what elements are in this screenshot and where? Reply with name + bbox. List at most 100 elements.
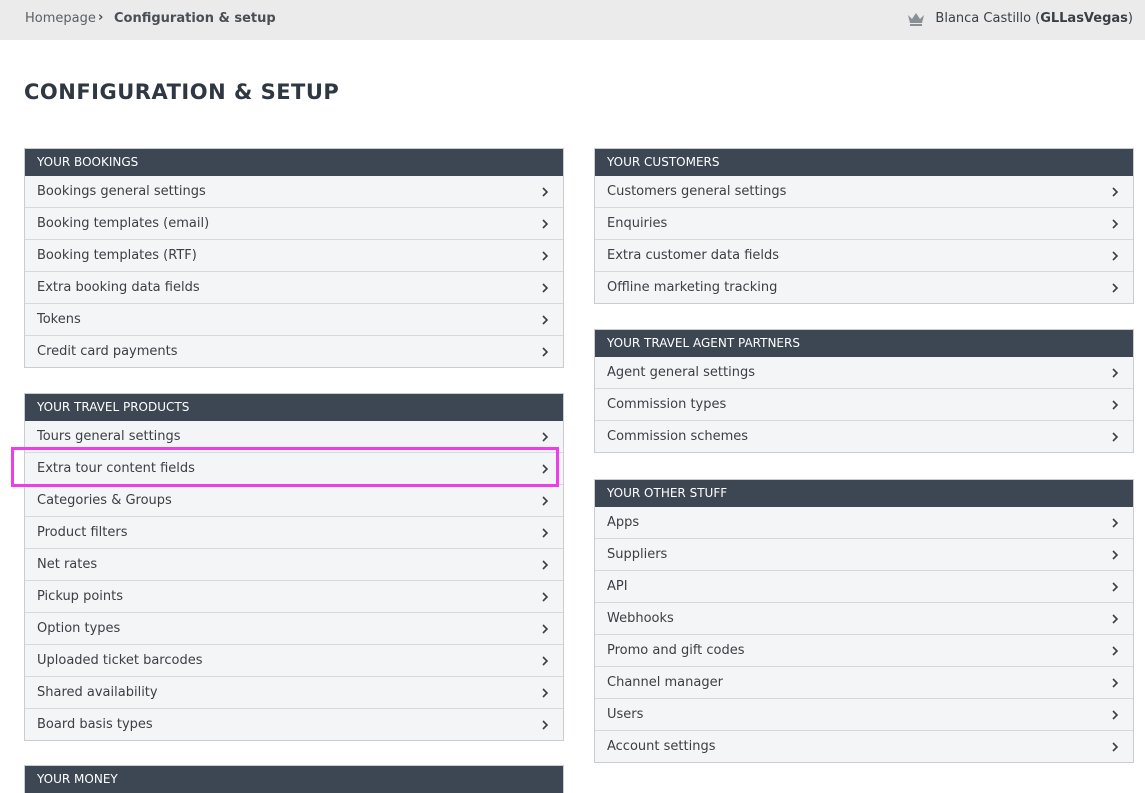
menu-item-label: API bbox=[607, 579, 628, 594]
menu-item-extra-booking-data-fields[interactable]: Extra booking data fields bbox=[25, 271, 563, 303]
panel-header: YOUR OTHER STUFF bbox=[595, 480, 1133, 507]
breadcrumb-home-link[interactable]: Homepage bbox=[25, 11, 96, 26]
menu-item-booking-templates-rtf[interactable]: Booking templates (RTF) bbox=[25, 239, 563, 271]
menu-item-label: Net rates bbox=[37, 557, 98, 572]
menu-item-label: Offline marketing tracking bbox=[607, 280, 778, 295]
chevron-right-icon bbox=[542, 251, 549, 261]
chevron-right-icon bbox=[1112, 678, 1119, 688]
menu-item-webhooks[interactable]: Webhooks bbox=[595, 602, 1133, 634]
menu-item-extra-tour-content-fields[interactable]: Extra tour content fields bbox=[25, 452, 563, 484]
menu-item-label: Shared availability bbox=[37, 685, 158, 700]
chevron-right-icon bbox=[542, 528, 549, 538]
user-name: Blanca Castillo bbox=[935, 11, 1032, 26]
menu-item-promo-and-gift-codes[interactable]: Promo and gift codes bbox=[595, 634, 1133, 666]
menu-item-option-types[interactable]: Option types bbox=[25, 612, 563, 644]
menu-item-label: Extra tour content fields bbox=[37, 461, 195, 476]
user-org: GLLasVegas bbox=[1040, 11, 1128, 26]
chevron-right-icon bbox=[542, 656, 549, 666]
menu-item-label: Tours general settings bbox=[37, 429, 181, 444]
menu-item-commission-types[interactable]: Commission types bbox=[595, 388, 1133, 420]
chevron-right-icon bbox=[542, 283, 549, 293]
menu-item-label: Board basis types bbox=[37, 717, 153, 732]
menu-item-extra-customer-data-fields[interactable]: Extra customer data fields bbox=[595, 239, 1133, 271]
menu-item-product-filters[interactable]: Product filters bbox=[25, 516, 563, 548]
menu-item-categories-and-groups[interactable]: Categories & Groups bbox=[25, 484, 563, 516]
chevron-right-icon bbox=[1112, 646, 1119, 656]
menu-item-label: Apps bbox=[607, 515, 640, 530]
menu-item-pickup-points[interactable]: Pickup points bbox=[25, 580, 563, 612]
panel-your-money: YOUR MONEY bbox=[24, 765, 564, 793]
chevron-right-icon bbox=[1112, 582, 1119, 592]
crown-icon bbox=[908, 12, 925, 26]
menu-item-label: Customers general settings bbox=[607, 184, 787, 199]
menu-item-label: Extra booking data fields bbox=[37, 280, 200, 295]
menu-item-enquiries[interactable]: Enquiries bbox=[595, 207, 1133, 239]
menu-item-credit-card-payments[interactable]: Credit card payments bbox=[25, 335, 563, 367]
menu-item-bookings-general-settings[interactable]: Bookings general settings bbox=[25, 176, 563, 207]
menu-item-commission-schemes[interactable]: Commission schemes bbox=[595, 420, 1133, 452]
chevron-right-icon bbox=[1112, 432, 1119, 442]
user-org-close: ) bbox=[1127, 11, 1133, 26]
menu-item-shared-availability[interactable]: Shared availability bbox=[25, 676, 563, 708]
menu-item-label: Promo and gift codes bbox=[607, 643, 745, 658]
chevron-right-icon bbox=[542, 432, 549, 442]
chevron-right-icon bbox=[1112, 368, 1119, 378]
breadcrumb-current: Configuration & setup bbox=[114, 11, 276, 26]
menu-item-apps[interactable]: Apps bbox=[595, 507, 1133, 538]
breadcrumb-separator-icon: › bbox=[98, 10, 104, 25]
menu-item-label: Enquiries bbox=[607, 216, 668, 231]
menu-item-tours-general-settings[interactable]: Tours general settings bbox=[25, 421, 563, 452]
chevron-right-icon bbox=[1112, 400, 1119, 410]
panel-header: YOUR BOOKINGS bbox=[25, 149, 563, 176]
menu-item-channel-manager[interactable]: Channel manager bbox=[595, 666, 1133, 698]
chevron-right-icon bbox=[542, 464, 549, 474]
menu-item-users[interactable]: Users bbox=[595, 698, 1133, 730]
chevron-right-icon bbox=[1112, 742, 1119, 752]
menu-item-board-basis-types[interactable]: Board basis types bbox=[25, 708, 563, 740]
menu-item-tokens[interactable]: Tokens bbox=[25, 303, 563, 335]
chevron-right-icon bbox=[542, 592, 549, 602]
user-menu[interactable]: Blanca Castillo (GLLasVegas) bbox=[907, 11, 1133, 26]
menu-item-label: Account settings bbox=[607, 739, 716, 754]
menu-item-label: Agent general settings bbox=[607, 365, 755, 380]
panel-your-bookings: YOUR BOOKINGS Bookings general settings B… bbox=[24, 148, 564, 368]
chevron-right-icon bbox=[542, 219, 549, 229]
panel-your-customers: YOUR CUSTOMERS Customers general setting… bbox=[594, 148, 1134, 304]
chevron-right-icon bbox=[542, 624, 549, 634]
menu-item-label: Users bbox=[607, 707, 644, 722]
chevron-right-icon bbox=[1112, 550, 1119, 560]
menu-item-account-settings[interactable]: Account settings bbox=[595, 730, 1133, 762]
panel-header: YOUR TRAVEL AGENT PARTNERS bbox=[595, 330, 1133, 357]
chevron-right-icon bbox=[542, 315, 549, 325]
menu-item-booking-templates-email[interactable]: Booking templates (email) bbox=[25, 207, 563, 239]
menu-item-label: Extra customer data fields bbox=[607, 248, 780, 263]
chevron-right-icon bbox=[542, 496, 549, 506]
chevron-right-icon bbox=[542, 720, 549, 730]
menu-item-net-rates[interactable]: Net rates bbox=[25, 548, 563, 580]
chevron-right-icon bbox=[1112, 710, 1119, 720]
menu-item-offline-marketing-tracking[interactable]: Offline marketing tracking bbox=[595, 271, 1133, 303]
menu-item-label: Commission schemes bbox=[607, 429, 749, 444]
top-bar: Homepage › Configuration & setup Blanca … bbox=[0, 0, 1145, 40]
chevron-right-icon bbox=[1112, 219, 1119, 229]
menu-item-label: Booking templates (RTF) bbox=[37, 248, 197, 263]
menu-item-customers-general-settings[interactable]: Customers general settings bbox=[595, 176, 1133, 207]
panel-header: YOUR TRAVEL PRODUCTS bbox=[25, 394, 563, 421]
panel-your-travel-agent-partners: YOUR TRAVEL AGENT PARTNERS Agent general… bbox=[594, 329, 1134, 453]
menu-item-label: Channel manager bbox=[607, 675, 723, 690]
menu-item-api[interactable]: API bbox=[595, 570, 1133, 602]
menu-item-suppliers[interactable]: Suppliers bbox=[595, 538, 1133, 570]
chevron-right-icon bbox=[542, 560, 549, 570]
panel-header: YOUR CUSTOMERS bbox=[595, 149, 1133, 176]
chevron-right-icon bbox=[1112, 518, 1119, 528]
menu-item-uploaded-ticket-barcodes[interactable]: Uploaded ticket barcodes bbox=[25, 644, 563, 676]
chevron-right-icon bbox=[1112, 614, 1119, 624]
menu-item-agent-general-settings[interactable]: Agent general settings bbox=[595, 357, 1133, 388]
panel-header: YOUR MONEY bbox=[25, 766, 563, 793]
chevron-right-icon bbox=[1112, 251, 1119, 261]
chevron-right-icon bbox=[1112, 187, 1119, 197]
menu-item-label: Categories & Groups bbox=[37, 493, 172, 508]
menu-item-label: Webhooks bbox=[607, 611, 674, 626]
chevron-right-icon bbox=[542, 187, 549, 197]
menu-item-label: Suppliers bbox=[607, 547, 668, 562]
